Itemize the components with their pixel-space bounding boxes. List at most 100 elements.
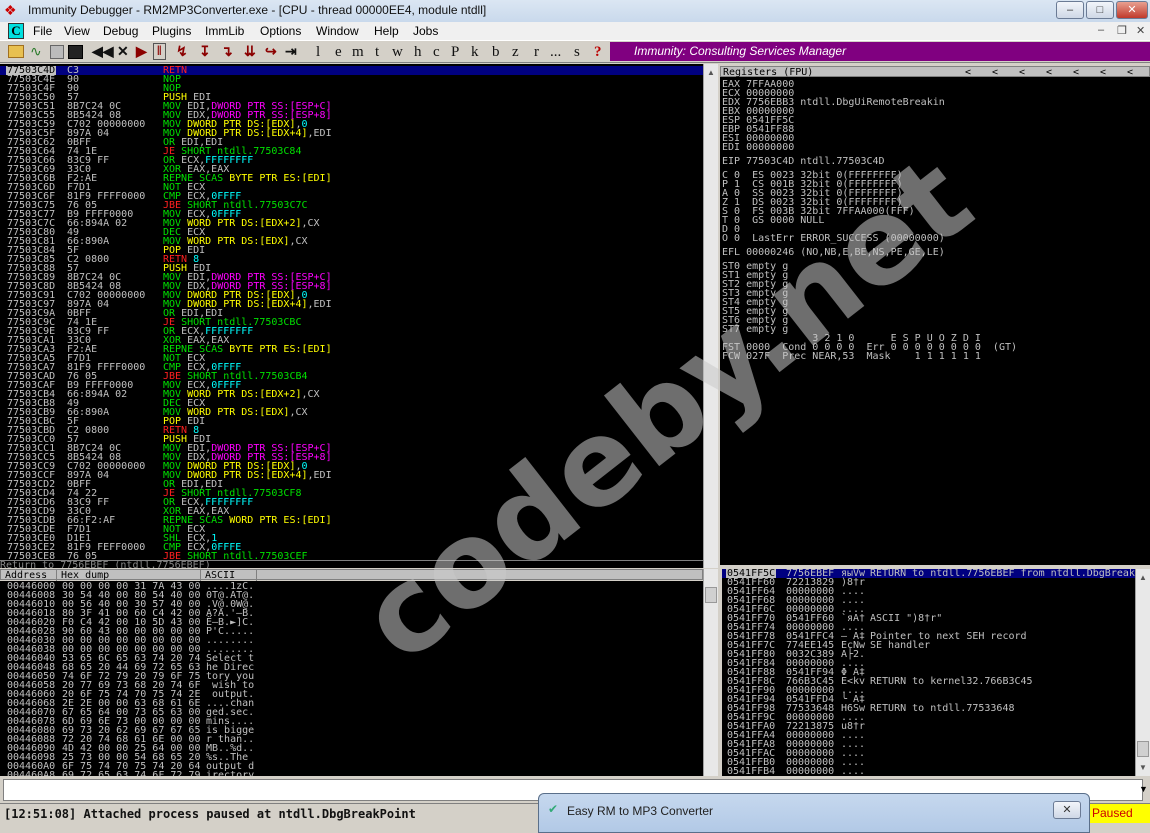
dump-scroll-thumb[interactable] bbox=[705, 587, 717, 603]
mdi-close-button[interactable]: ✕ bbox=[1136, 24, 1145, 37]
call-stack-button[interactable]: k bbox=[471, 44, 479, 61]
scroll-up-icon[interactable]: ▲ bbox=[707, 68, 715, 77]
log-window-button[interactable]: l bbox=[316, 44, 320, 61]
mdi-minimize-button[interactable]: – bbox=[1098, 24, 1104, 36]
trace-into-icon[interactable]: ↴ bbox=[221, 44, 233, 61]
disasm-row[interactable]: 77503C6683C9 FF{g}OR {w}ECX,{c}FFFFFFFF bbox=[0, 156, 703, 166]
stack-row[interactable]: 0541FFA8 00000000.... bbox=[722, 740, 1135, 750]
minimize-button[interactable]: – bbox=[1056, 1, 1084, 19]
disasm-row[interactable]: 77503CDEF7D1{g}NOT {w}ECX bbox=[0, 525, 703, 535]
stack-pane[interactable]: 0541FF5C 7756EBEF яыVw RETURN to ntdll.7756… bbox=[722, 569, 1135, 776]
windows-window-button[interactable]: w bbox=[392, 44, 403, 61]
menu-plugins[interactable]: Plugins bbox=[152, 24, 191, 38]
patches-window-button[interactable]: P bbox=[451, 44, 459, 61]
stack-row[interactable]: 0541FF98 77533648 H6Sw RETURN to ntdll.7753… bbox=[722, 704, 1135, 714]
menu-jobs[interactable]: Jobs bbox=[413, 24, 438, 38]
threads-window-button[interactable]: t bbox=[375, 44, 379, 61]
stack-row[interactable]: 0541FF68 00000000.... bbox=[722, 596, 1135, 606]
column-address[interactable]: Address bbox=[5, 570, 57, 581]
stack-row[interactable]: 0541FF60 72213829)8†r bbox=[722, 578, 1135, 588]
cpu-window-icon[interactable]: C bbox=[8, 23, 24, 39]
disassembly-pane[interactable]: 77503C4DC3{r}RETN77503C4E90{g}NOP77503C4… bbox=[0, 64, 703, 560]
disasm-row[interactable]: 77503CE281F9 FEFF0000{g}CMP {w}ECX,{c}0F… bbox=[0, 543, 703, 553]
column-ascii[interactable]: ASCII bbox=[205, 570, 257, 581]
step-over-icon[interactable]: ↧ bbox=[199, 44, 211, 61]
memory-window-button[interactable]: m bbox=[352, 44, 364, 61]
attach-icon[interactable]: ∿ bbox=[30, 43, 42, 60]
modules-window-button[interactable]: e bbox=[335, 44, 342, 61]
menu-file[interactable]: File bbox=[33, 24, 52, 38]
stack-row[interactable]: 0541FF70 0541FF60 `яA† ASCII ")8†r" bbox=[722, 614, 1135, 624]
disasm-row[interactable]: 77503C8166:890A{g}MOV {y}WORD PTR DS:[ED… bbox=[0, 237, 703, 247]
stack-row[interactable]: 0541FF9C 00000000.... bbox=[722, 713, 1135, 723]
breakpoints-button[interactable]: b bbox=[492, 44, 500, 61]
hw-breakpoints-button[interactable]: z bbox=[512, 44, 519, 61]
disasm-row[interactable]: 77503C7C66:894A 02{g}MOV {y}WORD PTR DS:… bbox=[0, 219, 703, 229]
disassembly-scrollbar[interactable]: ▲ bbox=[703, 64, 718, 568]
command-history-dropdown-icon[interactable]: ▼ bbox=[1139, 784, 1148, 794]
disasm-row[interactable]: 77503C9A0BFF{g}OR {w}EDI,EDI bbox=[0, 309, 703, 319]
menu-help[interactable]: Help bbox=[374, 24, 399, 38]
stack-row[interactable]: 0541FF90 00000000.... bbox=[722, 686, 1135, 696]
menu-window[interactable]: Window bbox=[316, 24, 359, 38]
stack-row[interactable]: 0541FF84 00000000.... bbox=[722, 659, 1135, 669]
disasm-row[interactable]: 77503CE8 76 05 {r}JBE {g}SHORT ntdll.77503… bbox=[0, 552, 703, 561]
trace-over-icon[interactable]: ⇊ bbox=[244, 44, 256, 61]
consulting-services-banner[interactable]: Immunity: Consulting Services Manager bbox=[610, 42, 1150, 61]
disasm-row[interactable]: 77503CCF897A 04{g}MOV {y}DWORD PTR DS:[E… bbox=[0, 471, 703, 481]
disasm-row[interactable]: 77503CD683C9 FF{g}OR {w}ECX,{c}FFFFFFFF bbox=[0, 498, 703, 508]
disasm-row[interactable]: 77503C6933C0{g}XOR {w}EAX,EAX bbox=[0, 165, 703, 175]
menu-options[interactable]: Options bbox=[260, 24, 301, 38]
menu-debug[interactable]: Debug bbox=[103, 24, 138, 38]
disasm-row[interactable]: 77503C4DC3{r}RETN bbox=[0, 66, 703, 76]
help-button[interactable]: ? bbox=[594, 44, 602, 61]
open-icon[interactable] bbox=[8, 45, 24, 58]
disasm-row[interactable]: 77503CA3F2:AE{g}REPNE SCAS {y}BYTE PTR E… bbox=[0, 345, 703, 355]
close-icon[interactable]: ✕ bbox=[117, 44, 129, 61]
stack-scrollbar[interactable]: ▲ ▼ bbox=[1135, 569, 1150, 776]
dump-scrollbar[interactable] bbox=[703, 569, 718, 776]
stack-scroll-thumb[interactable] bbox=[1137, 741, 1149, 757]
disasm-row[interactable]: 77503C620BFF{g}OR {w}EDI,EDI bbox=[0, 138, 703, 148]
menu-immlib[interactable]: ImmLib bbox=[205, 24, 244, 38]
disasm-row[interactable]: 77503C5F897A 04{g}MOV {y}DWORD PTR DS:[E… bbox=[0, 129, 703, 139]
references-button[interactable]: r bbox=[534, 44, 539, 61]
scroll-up-icon[interactable]: ▲ bbox=[1139, 573, 1147, 582]
disasm-row[interactable]: 77503CA133C0{g}XOR {w}EAX,EAX bbox=[0, 336, 703, 346]
cpu-window-button[interactable]: c bbox=[433, 44, 440, 61]
disasm-row[interactable]: 77503C4F90{g}NOP bbox=[0, 84, 703, 94]
stack-row[interactable]: 0541FFB0 00000000.... bbox=[722, 758, 1135, 768]
disasm-row[interactable]: 77503C85C2 0800{r}RETN {c}8 bbox=[0, 255, 703, 265]
disasm-row[interactable]: 77503CA781F9 FFFF0000{g}CMP {w}ECX,{c}0F… bbox=[0, 363, 703, 373]
execute-till-return-icon[interactable]: ↪ bbox=[265, 44, 277, 61]
stack-row[interactable]: 0541FFAC 00000000.... bbox=[722, 749, 1135, 759]
stack-row[interactable]: 0541FFB4 00000000.... bbox=[722, 767, 1135, 777]
disasm-row[interactable]: 77503C4E90{g}NOP bbox=[0, 75, 703, 85]
hex-dump-pane[interactable]: 00446000 00 00 00 00 31 7A 43 00 ....1zC. 0… bbox=[0, 581, 703, 776]
easy-rm-converter-window[interactable]: ✔ Easy RM to MP3 Converter ✕ bbox=[538, 793, 1090, 833]
disasm-row[interactable]: 77503CD20BFF{g}OR {w}EDI,EDI bbox=[0, 480, 703, 490]
step-into-icon[interactable]: ↯ bbox=[176, 44, 188, 61]
column-hex-dump[interactable]: Hex dump bbox=[61, 570, 201, 581]
run-icon[interactable]: ▶ bbox=[136, 44, 147, 61]
run-trace-button[interactable]: ... bbox=[550, 44, 561, 61]
close-window-icon[interactable] bbox=[50, 45, 64, 59]
scroll-down-icon[interactable]: ▼ bbox=[1139, 763, 1147, 772]
disasm-row[interactable]: 77503CB466:894A 02{g}MOV {y}WORD PTR DS:… bbox=[0, 390, 703, 400]
dump-row[interactable]: 004460A8 69 72 65 63 74 6F 72 79 irectory bbox=[0, 771, 703, 777]
restart-icon[interactable] bbox=[68, 45, 83, 59]
rewind-icon[interactable]: ◀◀ bbox=[92, 44, 114, 61]
registers-pane[interactable]: EAX 7FFAA000 ECX 00000000 EDX 7756EBB3 ntd… bbox=[720, 77, 1150, 565]
source-button[interactable]: s bbox=[574, 44, 580, 61]
stack-row[interactable]: 0541FF7C 774EE145 EсNw SE handler bbox=[722, 641, 1135, 651]
stack-row[interactable]: 0541FF5C 7756EBEF яыVw RETURN to ntdll.7756… bbox=[722, 569, 1135, 579]
mdi-restore-button[interactable]: ❐ bbox=[1117, 24, 1127, 37]
popup-close-button[interactable]: ✕ bbox=[1053, 801, 1081, 819]
disasm-row[interactable]: 77503C9E83C9 FF{g}OR {w}ECX,{c}FFFFFFFF bbox=[0, 327, 703, 337]
stack-row[interactable]: 0541FFA4 00000000.... bbox=[722, 731, 1135, 741]
disasm-row[interactable]: 77503CBDC2 0800{r}RETN {c}8 bbox=[0, 426, 703, 436]
disasm-row[interactable]: 77503CB966:890A{g}MOV {y}WORD PTR DS:[ED… bbox=[0, 408, 703, 418]
maximize-button[interactable]: □ bbox=[1086, 1, 1114, 19]
menu-view[interactable]: View bbox=[64, 24, 90, 38]
stack-row[interactable]: 0541FF8C 766B3C45 E<kv RETURN to kernel32.7… bbox=[722, 677, 1135, 687]
